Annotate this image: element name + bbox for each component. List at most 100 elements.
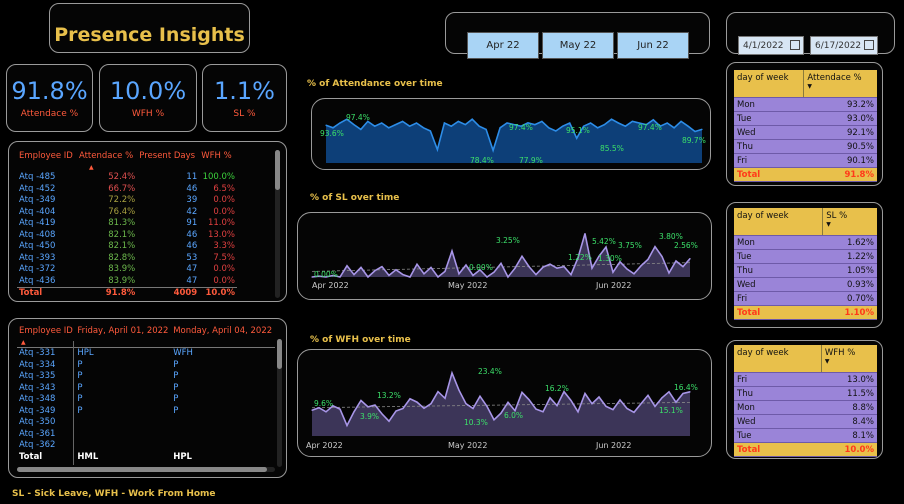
data-point[interactable]: [346, 265, 348, 267]
data-point[interactable]: [541, 120, 543, 122]
data-point[interactable]: [507, 401, 509, 403]
data-point[interactable]: [654, 405, 656, 407]
matrix-vertical-scrollbar[interactable]: [277, 339, 282, 467]
table-row[interactable]: Atq -436 83.9% 47 0.0%: [17, 275, 237, 287]
table-row[interactable]: Atq -450 82.1% 46 3.3%: [17, 241, 237, 253]
data-point[interactable]: [647, 258, 649, 260]
data-point[interactable]: [576, 137, 578, 139]
calendar-icon[interactable]: [790, 40, 800, 50]
data-point[interactable]: [584, 233, 586, 235]
data-point[interactable]: [472, 274, 474, 276]
data-point[interactable]: [374, 270, 376, 272]
data-point[interactable]: [668, 272, 670, 274]
table-row[interactable]: Atq -485 52.4% 11 100.0%: [17, 172, 237, 184]
data-point[interactable]: [666, 122, 668, 124]
table-row[interactable]: Thu 11.5%: [734, 386, 877, 401]
data-point[interactable]: [570, 399, 572, 402]
dow-col-day[interactable]: day of week: [734, 70, 804, 98]
data-point[interactable]: [603, 124, 606, 126]
data-point[interactable]: [521, 255, 523, 257]
start-date-input[interactable]: 4/1/2022: [738, 36, 804, 55]
data-point[interactable]: [325, 124, 327, 126]
data-point[interactable]: [701, 128, 703, 130]
dow-col-value[interactable]: SL % ▼: [822, 208, 877, 236]
data-point[interactable]: [381, 413, 383, 415]
data-point[interactable]: [675, 260, 677, 262]
data-point[interactable]: [353, 124, 355, 126]
data-point[interactable]: [457, 120, 459, 122]
data-point[interactable]: [360, 399, 362, 402]
data-point[interactable]: [423, 273, 425, 275]
data-point[interactable]: [388, 127, 390, 129]
data-point[interactable]: [626, 407, 628, 410]
data-point[interactable]: [612, 271, 614, 273]
data-point[interactable]: [409, 276, 411, 278]
data-point[interactable]: [415, 122, 418, 124]
data-point[interactable]: [596, 127, 599, 129]
data-point[interactable]: [374, 404, 376, 406]
data-point[interactable]: [631, 120, 633, 122]
end-date-input[interactable]: 6/17/2022: [810, 36, 878, 55]
table-row[interactable]: Atq -348 P P: [17, 394, 275, 406]
data-point[interactable]: [633, 411, 635, 413]
table-row[interactable]: Mon 93.2%: [734, 97, 877, 112]
data-point[interactable]: [402, 407, 404, 410]
data-point[interactable]: [465, 403, 467, 405]
data-point[interactable]: [640, 403, 642, 405]
table-row[interactable]: Atq -350: [17, 417, 275, 429]
data-point[interactable]: [381, 266, 383, 268]
dow-col-value[interactable]: WFH % ▼: [820, 345, 877, 373]
data-point[interactable]: [437, 390, 439, 393]
data-point[interactable]: [570, 274, 572, 276]
data-point[interactable]: [485, 128, 487, 130]
data-point[interactable]: [668, 391, 670, 393]
table-row[interactable]: Atq -334 P P: [17, 359, 275, 371]
table-row[interactable]: Atq -393 82.8% 53 7.5%: [17, 252, 237, 264]
data-point[interactable]: [577, 411, 579, 413]
data-point[interactable]: [682, 266, 684, 268]
data-point[interactable]: [479, 395, 481, 397]
data-point[interactable]: [409, 398, 411, 400]
table-row[interactable]: Atq -349 72.2% 39 0.0%: [17, 195, 237, 207]
data-point[interactable]: [661, 397, 663, 399]
table-row[interactable]: Atq -408 82.1% 46 13.0%: [17, 229, 237, 241]
data-point[interactable]: [542, 411, 544, 413]
table-row[interactable]: Mon 1.62%: [734, 235, 877, 250]
data-point[interactable]: [680, 120, 682, 122]
data-point[interactable]: [673, 127, 675, 129]
data-point[interactable]: [395, 269, 397, 271]
data-point[interactable]: [528, 266, 530, 268]
col-attendance[interactable]: Attendace %: [77, 150, 137, 162]
data-point[interactable]: [402, 274, 404, 276]
col-date-2[interactable]: Monday, April 04, 2022: [171, 325, 275, 337]
data-point[interactable]: [598, 396, 600, 398]
data-point[interactable]: [492, 149, 494, 151]
data-point[interactable]: [661, 255, 663, 258]
data-point[interactable]: [395, 124, 397, 126]
data-point[interactable]: [654, 246, 656, 248]
data-point[interactable]: [542, 266, 544, 268]
data-point[interactable]: [401, 120, 404, 122]
data-point[interactable]: [395, 410, 397, 412]
data-point[interactable]: [493, 419, 495, 421]
data-point[interactable]: [507, 276, 509, 278]
data-point[interactable]: [500, 262, 502, 264]
table-row[interactable]: Atq -419 81.3% 91 11.0%: [17, 218, 237, 230]
month-button-may[interactable]: May 22: [542, 32, 614, 59]
data-point[interactable]: [605, 405, 607, 407]
data-point[interactable]: [430, 266, 432, 268]
data-point[interactable]: [640, 265, 642, 267]
table-row[interactable]: Atq -372 83.9% 47 0.0%: [17, 264, 237, 276]
col-wfh[interactable]: WFH %: [199, 150, 237, 162]
data-point[interactable]: [528, 399, 530, 401]
data-point[interactable]: [423, 407, 425, 409]
calendar-icon[interactable]: [864, 40, 874, 50]
data-point[interactable]: [444, 270, 446, 272]
data-point[interactable]: [652, 119, 654, 121]
data-point[interactable]: [591, 267, 593, 269]
data-point[interactable]: [465, 264, 467, 266]
dow-col-day[interactable]: day of week: [734, 208, 823, 236]
data-point[interactable]: [549, 397, 551, 399]
table-row[interactable]: Atq -331 HPL WFH: [17, 347, 275, 359]
data-point[interactable]: [626, 268, 628, 270]
